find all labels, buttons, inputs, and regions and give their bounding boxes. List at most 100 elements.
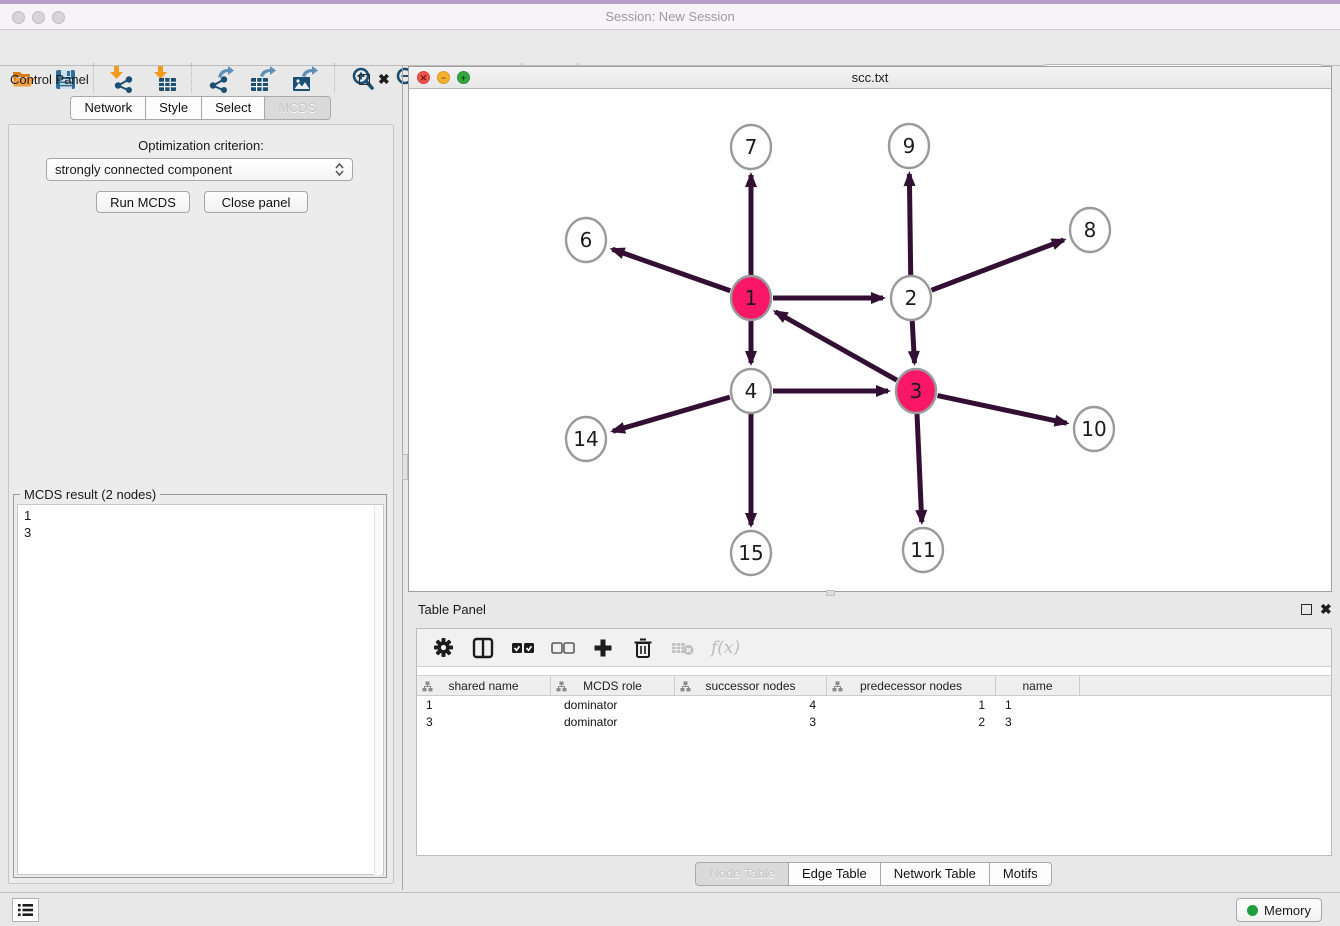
column-type-icon: [556, 681, 567, 692]
table-settings-gear-icon[interactable]: [431, 636, 455, 660]
delete-column-trash-icon[interactable]: [631, 636, 655, 660]
result-line: 1: [24, 507, 383, 524]
tab-network-table[interactable]: Network Table: [880, 862, 990, 886]
graph-node-11[interactable]: 11: [903, 528, 943, 572]
node-label: 1: [745, 286, 758, 310]
memory-label: Memory: [1264, 903, 1311, 918]
graph-node-10[interactable]: 10: [1074, 407, 1114, 451]
column-label: MCDS role: [583, 679, 642, 693]
graph-edge-2-9[interactable]: [909, 174, 910, 276]
node-label: 2: [905, 286, 918, 310]
graph-edge-1-6[interactable]: [612, 249, 730, 290]
cell-shared-name[interactable]: 3: [417, 713, 551, 730]
graph-edge-3-11[interactable]: [917, 413, 922, 522]
result-line: 3: [24, 524, 383, 541]
network-graph[interactable]: 7 9 6 8 1 2 4 3 14 10 15 11: [409, 89, 1331, 591]
tab-select[interactable]: Select: [201, 96, 265, 120]
graph-edge-3-1[interactable]: [775, 312, 896, 380]
graph-node-4[interactable]: 4: [731, 369, 771, 413]
graph-node-14[interactable]: 14: [566, 417, 606, 461]
deselect-all-rows-icon[interactable]: [551, 636, 575, 660]
control-panel-title: Control Panel: [10, 72, 89, 87]
cell-mcds-role[interactable]: dominator: [551, 713, 675, 730]
mcds-result-textarea[interactable]: 1 3: [17, 504, 384, 875]
cell-predecessor-nodes[interactable]: 1: [827, 696, 996, 713]
memory-button[interactable]: Memory: [1236, 898, 1322, 922]
graph-edge-3-10[interactable]: [938, 396, 1067, 424]
graph-node-1[interactable]: 1: [731, 276, 771, 320]
tab-style[interactable]: Style: [145, 96, 202, 120]
function-builder-icon[interactable]: f(x): [711, 638, 740, 658]
table-row[interactable]: 3 dominator 3 2 3: [417, 713, 1331, 730]
task-history-button[interactable]: [12, 898, 39, 922]
table-tabs: Node Table Edge Table Network Table Moti…: [408, 862, 1340, 886]
cell-predecessor-nodes[interactable]: 2: [827, 713, 996, 730]
cell-mcds-role[interactable]: dominator: [551, 696, 675, 713]
status-bar: Memory: [0, 892, 1340, 926]
network-view-titlebar: ✕ − + scc.txt: [409, 67, 1331, 89]
column-label: predecessor nodes: [860, 679, 962, 693]
graph-node-7[interactable]: 7: [731, 125, 771, 169]
graph-node-15[interactable]: 15: [731, 531, 771, 575]
control-panel: Control Panel ✖ Network Style Select MCD…: [0, 66, 402, 890]
mcds-result-group: MCDS result (2 nodes) 1 3: [13, 494, 387, 878]
graph-edge-2-3[interactable]: [912, 320, 914, 363]
network-view-window: ✕ − + scc.txt 7 9 6 8 1 2 4 3 14 10 15 11: [408, 66, 1332, 592]
column-header-successor-nodes[interactable]: successor nodes: [675, 676, 827, 695]
tab-node-table[interactable]: Node Table: [695, 862, 789, 886]
cell-successor-nodes[interactable]: 3: [675, 713, 827, 730]
column-label: successor nodes: [705, 679, 795, 693]
network-view-title: scc.txt: [409, 70, 1331, 85]
tab-edge-table[interactable]: Edge Table: [788, 862, 881, 886]
mcds-result-title: MCDS result (2 nodes): [20, 487, 160, 502]
column-header-filler: [1080, 676, 1331, 695]
graph-edge-2-8[interactable]: [932, 240, 1064, 290]
tab-network[interactable]: Network: [70, 96, 146, 120]
column-type-icon: [422, 681, 433, 692]
mcds-panel: Optimization criterion: strongly connect…: [8, 124, 394, 884]
cell-filler: [1080, 696, 1331, 713]
optimization-criterion-dropdown[interactable]: strongly connected component: [46, 158, 353, 181]
node-label: 8: [1084, 218, 1097, 242]
node-label: 9: [903, 134, 916, 158]
add-column-icon[interactable]: [591, 636, 615, 660]
destroy-table-icon[interactable]: [671, 636, 695, 660]
table-toolbar: f(x): [417, 629, 1331, 667]
table-panel-title: Table Panel: [418, 602, 486, 617]
node-label: 4: [745, 379, 758, 403]
tab-motifs[interactable]: Motifs: [989, 862, 1052, 886]
node-label: 15: [738, 541, 763, 565]
graph-node-9[interactable]: 9: [889, 124, 929, 168]
table-panel-header: Table Panel ✖: [408, 596, 1340, 624]
column-header-shared-name[interactable]: shared name: [417, 676, 551, 695]
column-header-predecessor-nodes[interactable]: predecessor nodes: [827, 676, 996, 695]
split-table-view-icon[interactable]: [471, 636, 495, 660]
graph-node-8[interactable]: 8: [1070, 208, 1110, 252]
graph-node-6[interactable]: 6: [566, 218, 606, 262]
tab-mcds[interactable]: MCDS: [264, 96, 330, 120]
control-panel-header: Control Panel ✖: [0, 66, 402, 94]
select-all-rows-icon[interactable]: [511, 636, 535, 660]
cell-successor-nodes[interactable]: 4: [675, 696, 827, 713]
float-panel-icon[interactable]: [359, 74, 370, 85]
table-panel: Table Panel ✖: [408, 596, 1340, 890]
cell-shared-name[interactable]: 1: [417, 696, 551, 713]
column-header-mcds-role[interactable]: MCDS role: [551, 676, 675, 695]
cell-name[interactable]: 3: [996, 713, 1080, 730]
close-table-panel-icon[interactable]: ✖: [1320, 601, 1332, 617]
table-row[interactable]: 1 dominator 4 1 1: [417, 696, 1331, 713]
cell-name[interactable]: 1: [996, 696, 1080, 713]
result-scrollbar[interactable]: [374, 506, 382, 875]
run-mcds-button[interactable]: Run MCDS: [96, 191, 190, 213]
column-header-name[interactable]: name: [996, 676, 1080, 695]
node-table: shared name MCDS role successor nodes pr…: [417, 675, 1331, 730]
graph-node-2[interactable]: 2: [891, 276, 931, 320]
graph-edge-4-14[interactable]: [613, 397, 730, 431]
close-panel-icon[interactable]: ✖: [378, 71, 390, 87]
graph-node-3[interactable]: 3: [896, 369, 936, 413]
node-table-block: f(x) shared name MCDS role successor nod…: [416, 628, 1332, 856]
column-label: name: [1022, 679, 1052, 693]
float-table-panel-icon[interactable]: [1301, 604, 1312, 615]
close-panel-button[interactable]: Close panel: [204, 191, 308, 213]
network-canvas[interactable]: 7 9 6 8 1 2 4 3 14 10 15 11: [409, 89, 1331, 591]
